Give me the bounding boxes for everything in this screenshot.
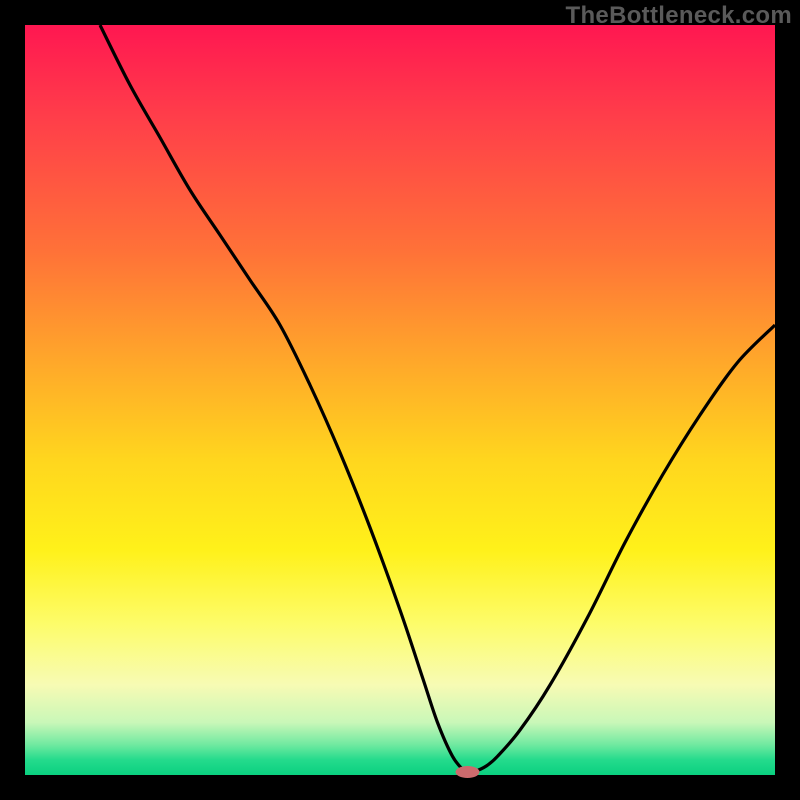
plot-area xyxy=(25,25,775,775)
chart-overlay xyxy=(25,25,775,775)
chart-container: TheBottleneck.com xyxy=(0,0,800,800)
optimal-marker xyxy=(456,766,480,778)
bottleneck-curve xyxy=(100,25,775,772)
